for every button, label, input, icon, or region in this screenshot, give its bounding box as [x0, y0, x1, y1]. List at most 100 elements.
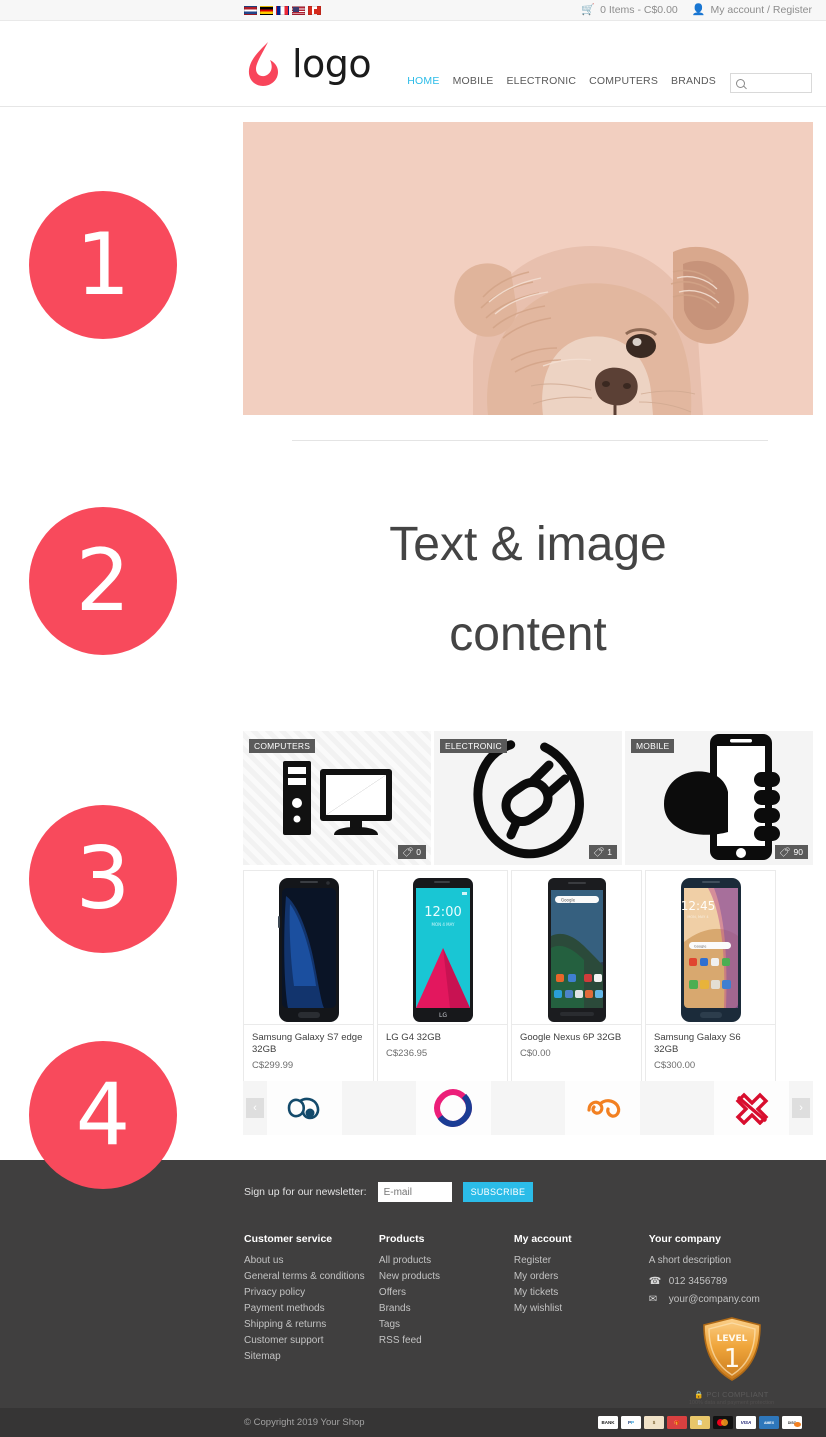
annotation-marker-2: 2 — [29, 507, 177, 655]
site-header: logo HOME MOBILE ELECTRONIC COMPUTERS BR… — [0, 21, 826, 107]
brand-logo-cell-empty[interactable] — [342, 1081, 417, 1135]
german-flag[interactable] — [260, 5, 273, 15]
nav-item-computers[interactable]: COMPUTERS — [589, 75, 658, 87]
content-title-line-2: content — [449, 608, 607, 661]
brand-logo-cell[interactable] — [714, 1081, 790, 1135]
footer-heading-products: Products — [378, 1233, 425, 1245]
svg-text:Google: Google — [694, 945, 706, 949]
footer-link-my-wishlist[interactable]: My wishlist — [514, 1301, 649, 1317]
annotation-marker-4: 4 — [29, 1041, 177, 1189]
french-flag[interactable] — [276, 5, 289, 15]
brand-logo-cell[interactable] — [416, 1081, 491, 1135]
samsung-galaxy-s7-edge-photo — [277, 878, 339, 1022]
nav-item-home[interactable]: HOME — [407, 75, 439, 87]
content-title-line-1: Text & image — [389, 518, 667, 571]
company-email-row[interactable]: ✉ your@company.com — [649, 1294, 814, 1305]
footer-link-tags[interactable]: Tags — [379, 1317, 514, 1333]
pci-caption: 🔒 PCI COMPLIANT — [680, 1390, 783, 1399]
footer-column-my-account: My account Register My orders My tickets… — [514, 1233, 649, 1365]
category-count-computers: 🏷 0 — [397, 845, 426, 859]
nav-item-electronic[interactable]: ELECTRONIC — [506, 75, 576, 87]
power-plug-icon — [473, 738, 584, 859]
product-image: 12:45 MON, MAY 4 Google — [646, 871, 775, 1024]
language-switcher[interactable] — [244, 5, 321, 15]
topbar-right-group: 🛒 0 Items - C$0.00 👤 My account / Regist… — [581, 4, 812, 16]
product-info: Samsung Galaxy S6 32GB C$300.00 — [646, 1024, 775, 1081]
tag-icon: 🏷 — [779, 846, 791, 857]
american-express-icon: AMEX — [759, 1416, 779, 1429]
product-card[interactable]: Google Google Nexus 6P 32GB C$0.00 — [511, 870, 642, 1082]
subscribe-button[interactable]: SUBSCRIBE — [462, 1182, 534, 1202]
footer-link-shipping-returns[interactable]: Shipping & returns — [244, 1317, 379, 1333]
footer-link-privacy-policy[interactable]: Privacy policy — [244, 1285, 379, 1301]
mastercard-icon — [713, 1416, 733, 1429]
footer-link-new-products[interactable]: New products — [379, 1269, 514, 1285]
footer-link-about-us[interactable]: About us — [244, 1253, 379, 1269]
visa-icon: VISA — [736, 1416, 756, 1429]
footer-heading-my-account: My account — [513, 1233, 572, 1245]
pci-compliance-badge: LEVEL 1 🔒 PCI COMPLIANT 100% data and pa… — [680, 1315, 783, 1406]
category-count-value: 1 — [607, 847, 612, 857]
product-name: Samsung Galaxy S7 edge 32GB — [252, 1032, 363, 1055]
product-price: C$300.00 — [654, 1060, 696, 1071]
cart-summary[interactable]: 🛒 0 Items - C$0.00 — [581, 4, 677, 16]
main-navigation: HOME MOBILE ELECTRONIC COMPUTERS BRANDS — [407, 75, 716, 87]
search-input[interactable] — [749, 77, 809, 89]
canadian-flag[interactable] — [308, 5, 321, 15]
chevron-left-icon[interactable]: ‹ — [246, 1098, 264, 1118]
bank-transfer-icon: BANK — [598, 1416, 618, 1429]
nav-item-mobile[interactable]: MOBILE — [453, 75, 494, 87]
brand-logo-cell-empty[interactable] — [640, 1081, 715, 1135]
footer-link-customer-support[interactable]: Customer support — [244, 1333, 379, 1349]
site-logo[interactable]: logo — [244, 40, 372, 88]
category-count-value: 90 — [793, 847, 803, 857]
newsletter-signup: Sign up for our newsletter: SUBSCRIBE — [244, 1182, 534, 1202]
hero-banner[interactable] — [243, 122, 813, 415]
product-card[interactable]: Samsung Galaxy S7 edge 32GB C$299.99 — [243, 870, 374, 1082]
phone-icon: ☎ — [648, 1276, 662, 1287]
brand-logo-cell[interactable] — [267, 1081, 342, 1135]
company-email: your@company.com — [668, 1294, 760, 1305]
us-flag[interactable] — [292, 5, 305, 15]
footer-link-rss-feed[interactable]: RSS feed — [379, 1333, 514, 1349]
content-title: Text & image content — [243, 500, 813, 680]
cart-label: 0 Items - C$0.00 — [600, 4, 678, 16]
product-info: Samsung Galaxy S7 edge 32GB C$299.99 — [244, 1024, 373, 1081]
logo-text: logo — [292, 42, 372, 86]
category-tile-electronic[interactable]: ELECTRONIC 🏷 1 — [434, 731, 622, 865]
search-box[interactable] — [730, 73, 812, 93]
category-count-electronic: 🏷 1 — [588, 845, 617, 859]
category-label-mobile: MOBILE — [631, 739, 675, 753]
footer-link-offers[interactable]: Offers — [379, 1285, 514, 1301]
tag-icon: 🏷 — [592, 846, 605, 857]
newsletter-label: Sign up for our newsletter: — [244, 1186, 367, 1198]
footer-link-sitemap[interactable]: Sitemap — [244, 1349, 379, 1365]
footer-link-general-terms[interactable]: General terms & conditions — [244, 1269, 379, 1285]
footer-link-payment-methods[interactable]: Payment methods — [244, 1301, 379, 1317]
brand-logo-cell-empty[interactable] — [491, 1081, 566, 1135]
footer-link-my-tickets[interactable]: My tickets — [514, 1285, 649, 1301]
category-tile-mobile[interactable]: MOBILE 🏷 90 — [625, 731, 813, 865]
brand-logo-cell[interactable] — [565, 1081, 640, 1135]
nav-item-brands[interactable]: BRANDS — [671, 75, 716, 87]
product-card[interactable]: 12:00 MON 4 MAY LG LG G4 32GB C$236.95 — [377, 870, 508, 1082]
brand-logo-pink-blue-diamond — [434, 1089, 473, 1127]
footer-link-brands[interactable]: Brands — [379, 1301, 514, 1317]
pci-shield-icon: LEVEL 1 — [702, 1317, 761, 1381]
dutch-flag[interactable] — [244, 5, 257, 15]
footer-column-customer-service: Customer service About us General terms … — [244, 1233, 379, 1365]
chevron-right-icon[interactable]: › — [792, 1098, 811, 1118]
lg-g4-photo: 12:00 MON 4 MAY LG — [412, 878, 473, 1022]
newsletter-email-input[interactable] — [377, 1182, 452, 1202]
brand-logo-red-cross — [735, 1092, 769, 1125]
category-tile-computers[interactable]: COMPUTERS 🏷 0 — [243, 731, 431, 865]
product-card[interactable]: 12:45 MON, MAY 4 Google Samsung Galaxy S… — [645, 870, 776, 1082]
account-link[interactable]: 👤 My account / Register — [692, 4, 812, 16]
envelope-icon: ✉ — [648, 1294, 658, 1305]
footer-link-register[interactable]: Register — [514, 1253, 649, 1269]
footer-link-my-orders[interactable]: My orders — [514, 1269, 649, 1285]
svg-text:12:00: 12:00 — [424, 905, 461, 920]
footer-link-all-products[interactable]: All products — [379, 1253, 514, 1269]
user-icon: 👤 — [691, 3, 706, 16]
company-phone: 012 3456789 — [668, 1276, 728, 1287]
